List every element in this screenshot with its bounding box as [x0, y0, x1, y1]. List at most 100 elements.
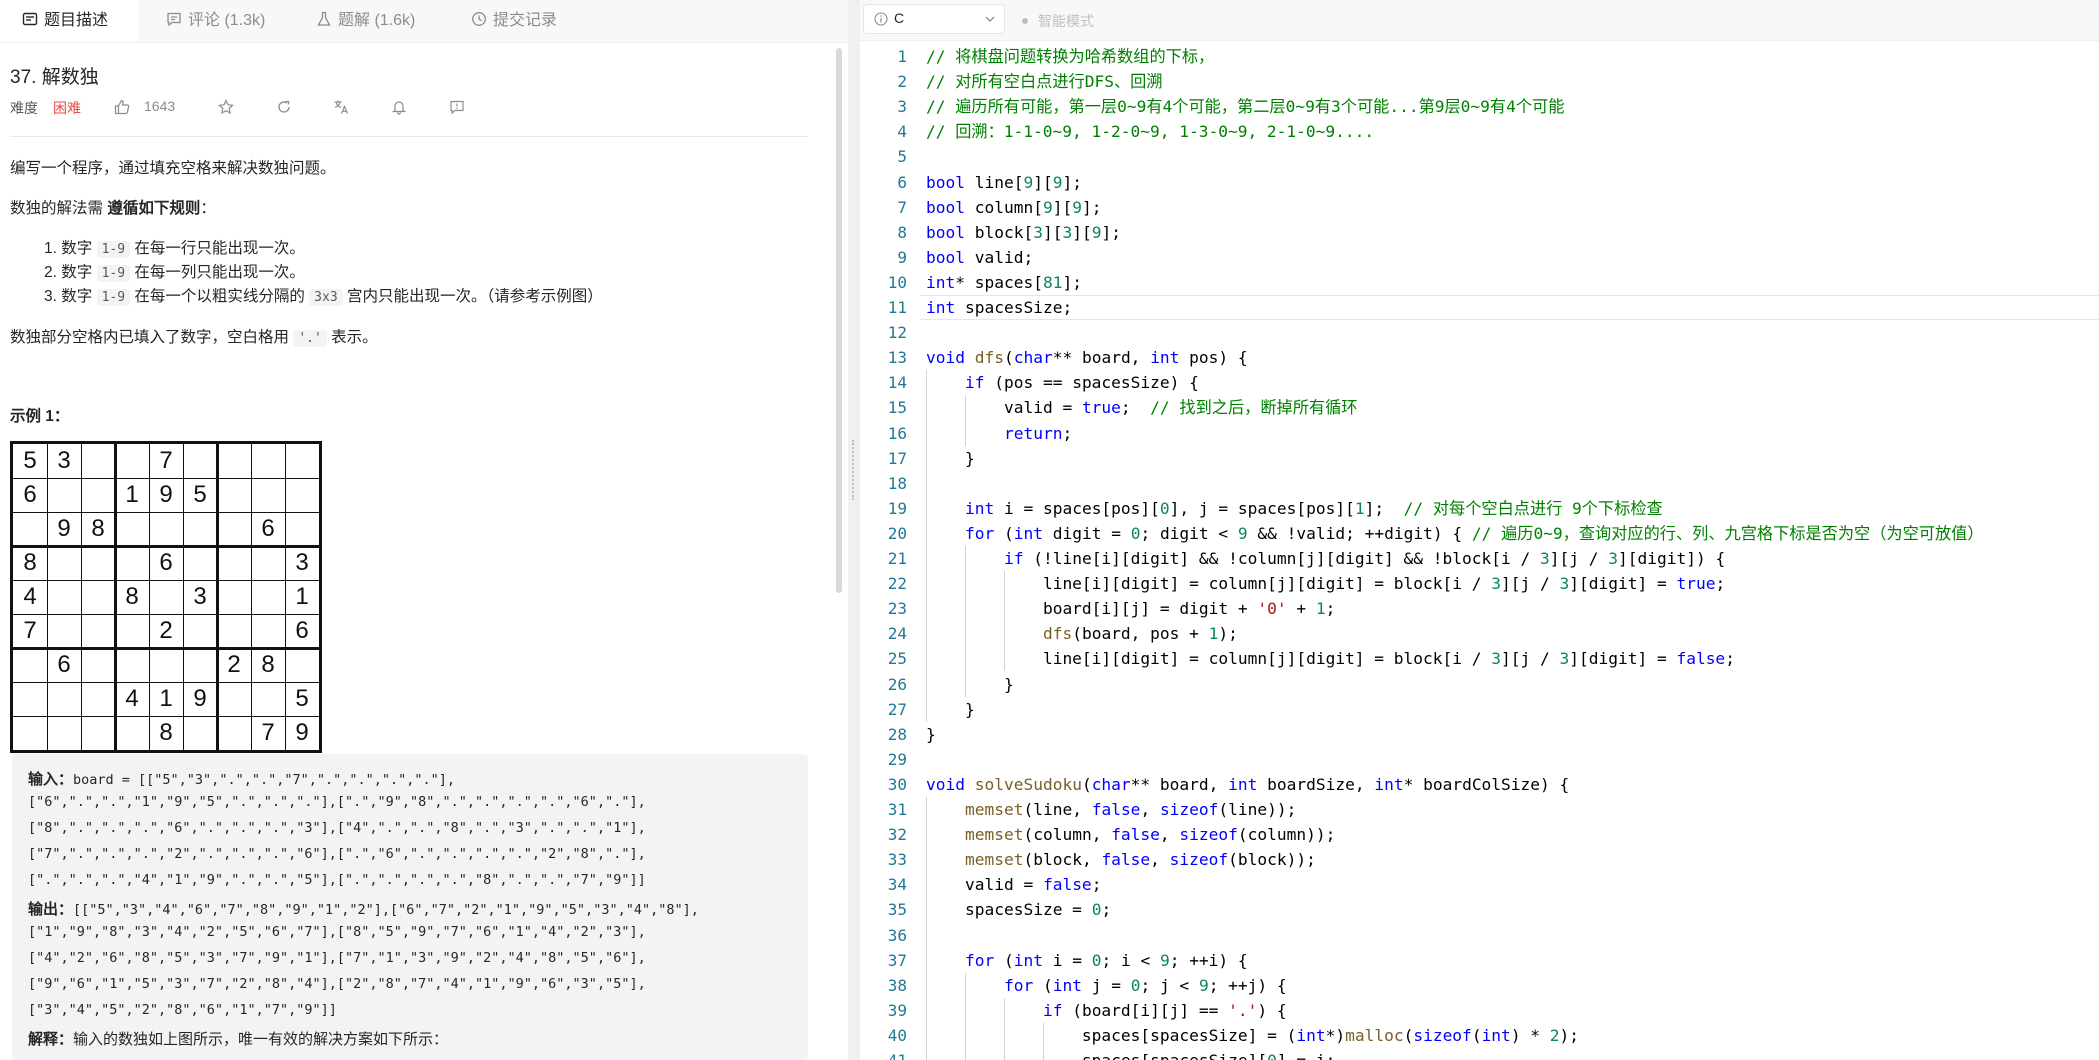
code-line[interactable]: return; [926, 421, 1072, 446]
code-line[interactable]: line[i][digit] = column[j][digit] = bloc… [926, 571, 1725, 596]
example-output-line: ["9","6","1","5","3","7","2","8","4"],["… [28, 976, 646, 992]
code-line[interactable]: bool block[3][3][9]; [926, 220, 1121, 245]
sudoku-cell: 3 [57, 447, 71, 474]
translate-button[interactable] [333, 99, 349, 118]
sudoku-cell [285, 444, 319, 478]
sudoku-cell [183, 716, 217, 750]
tab-description[interactable]: 题目描述 [0, 0, 138, 42]
feedback-button[interactable] [449, 99, 465, 118]
code-line[interactable]: int spacesSize; [926, 295, 1072, 320]
grid-line [13, 614, 319, 615]
like-button[interactable] [114, 99, 130, 118]
code-line[interactable]: line[i][digit] = column[j][digit] = bloc… [926, 646, 1735, 671]
bell-icon [391, 101, 407, 115]
rules-suffix: ： [200, 200, 216, 217]
code-token: (block)); [1228, 850, 1316, 870]
code-token: ) { [1257, 1000, 1287, 1020]
tab-submissions[interactable]: 提交记录 [471, 0, 557, 42]
code-line[interactable]: // 将棋盘问题转换为哈希数组的下标， [926, 44, 1214, 69]
code-line[interactable]: valid = true; // 找到之后，断掉所有循环 [926, 395, 1358, 420]
line-number: 9 [897, 247, 907, 267]
divider [10, 136, 808, 137]
left-scrollbar[interactable] [836, 48, 842, 593]
code-line[interactable]: for (int i = 0; i < 9; ++i) { [926, 948, 1248, 973]
feedback-icon [450, 100, 464, 115]
code-line[interactable]: void solveSudoku(char** board, int board… [926, 772, 1569, 797]
code-line[interactable]: spaces[spacesSize] = (int*)malloc(sizeof… [926, 1023, 1579, 1048]
sudoku-cell [251, 444, 285, 478]
sudoku-cell [81, 682, 115, 716]
code-line[interactable]: // 回溯：1-1-0~9, 1-2-0~9, 1-3-0~9, 2-1-0~9… [926, 119, 1374, 144]
line-number: 25 [887, 649, 907, 669]
explain-label: 解释： [28, 1031, 74, 1048]
code-token: spacesSize = [926, 900, 1092, 920]
code-token: ( [1081, 774, 1092, 794]
tab-comments[interactable]: 评论 (1.3k) [166, 0, 265, 42]
code-line[interactable]: } [926, 697, 975, 722]
sudoku-cell [115, 444, 149, 478]
code-line[interactable]: valid = false; [926, 872, 1101, 897]
language-select[interactable]: C [863, 4, 1005, 34]
splitter-grip[interactable] [852, 440, 857, 500]
code-line[interactable]: if (board[i][j] == '.') { [926, 998, 1287, 1023]
share-button[interactable] [276, 99, 292, 118]
sudoku-cell [115, 648, 149, 682]
grid-line [13, 545, 319, 548]
code-line[interactable]: if (pos == spacesSize) { [926, 370, 1199, 395]
tab-solutions[interactable]: 题解 (1.6k) [316, 0, 415, 42]
code-area[interactable]: 1 // 将棋盘问题转换为哈希数组的下标， 2 // 对所有空白点进行DFS、回溯 3 /… [860, 44, 2099, 1060]
code-line[interactable]: dfs(board, pos + 1); [926, 621, 1238, 646]
code-line[interactable]: for (int j = 0; j < 9; ++j) { [926, 973, 1287, 998]
code-token: , [1159, 825, 1180, 845]
code-token: 9 [1198, 975, 1209, 995]
code-token: spacesSize; [955, 298, 1073, 317]
code-token: int [1150, 348, 1180, 368]
sudoku-cell [115, 512, 149, 546]
code-line[interactable]: if (!line[i][digit] && !column[j][digit]… [926, 546, 1725, 571]
code-line[interactable]: bool valid; [926, 245, 1033, 270]
notify-button[interactable] [391, 99, 407, 118]
info-icon [874, 12, 888, 26]
code-line[interactable]: memset(column, false, sizeof(column)); [926, 822, 1335, 847]
code-line[interactable]: bool line[9][9]; [926, 170, 1082, 195]
code-line[interactable]: int* spaces[81]; [926, 270, 1082, 295]
rule-text: 在每一个以粗实线分隔的 [130, 288, 310, 305]
code-line[interactable]: bool column[9][9]; [926, 195, 1101, 220]
rules-heading: 数独的解法需 遵循如下规则： [10, 196, 216, 218]
tab-comments-label: 评论 (1.3k) [188, 12, 266, 29]
code-line[interactable]: // 遍历所有可能，第一层0~9有4个可能，第二层0~9有3个可能...第9层0… [926, 94, 1564, 119]
sudoku-cell [149, 648, 183, 682]
indent-guide [965, 972, 966, 1060]
example-explain-line: 解释：输入的数独如上图所示，唯一有效的解决方案如下所示： [28, 1028, 448, 1049]
code-line[interactable]: memset(line, false, sizeof(line)); [926, 797, 1296, 822]
panel-splitter[interactable] [848, 0, 860, 1060]
code-editor[interactable]: C 智能模式 1 // 将棋盘问题转换为哈希数组的下标， 2 // 对所有空白点进行D… [860, 0, 2099, 1060]
code-line[interactable]: } [926, 446, 975, 471]
favorite-button[interactable] [218, 99, 234, 118]
code-line[interactable]: memset(block, false, sizeof(block)); [926, 847, 1316, 872]
line-number: 28 [887, 724, 907, 744]
smart-mode-toggle[interactable]: 智能模式 [1022, 11, 1094, 31]
code-line[interactable]: // 对所有空白点进行DFS、回溯 [926, 69, 1163, 94]
rule-text: 宫内只能出现一次。（请参考示例图） [342, 288, 603, 305]
code-line[interactable]: spaces[spacesSize][0] = i; [926, 1048, 1335, 1060]
line-number: 10 [887, 272, 907, 292]
sudoku-cell: 3 [295, 549, 309, 576]
code-line[interactable]: } [926, 672, 1014, 697]
code-token: ; [1120, 398, 1151, 418]
code-token: sizeof [1169, 850, 1229, 870]
code-token: malloc [1345, 1025, 1404, 1045]
code-token: ][ [1052, 197, 1073, 217]
example-block: 输入：board = [["5","3",".",".","7",".","."… [12, 754, 808, 1060]
sudoku-cell: 5 [295, 685, 309, 712]
code-line[interactable]: } [926, 722, 936, 747]
code-line[interactable]: void dfs(char** board, int pos) { [926, 345, 1248, 370]
code-line[interactable]: int i = spaces[pos][0], j = spaces[pos][… [926, 496, 1663, 521]
code-token: * boardColSize) { [1403, 774, 1570, 794]
code-line[interactable]: board[i][j] = digit + '0' + 1; [926, 596, 1335, 621]
sudoku-cell [183, 614, 217, 648]
code-token: (line)); [1218, 800, 1297, 819]
code-line[interactable]: spacesSize = 0; [926, 897, 1111, 922]
code-line[interactable]: for (int digit = 0; digit < 9 && !valid;… [926, 521, 1984, 546]
sudoku-cell [149, 512, 183, 546]
